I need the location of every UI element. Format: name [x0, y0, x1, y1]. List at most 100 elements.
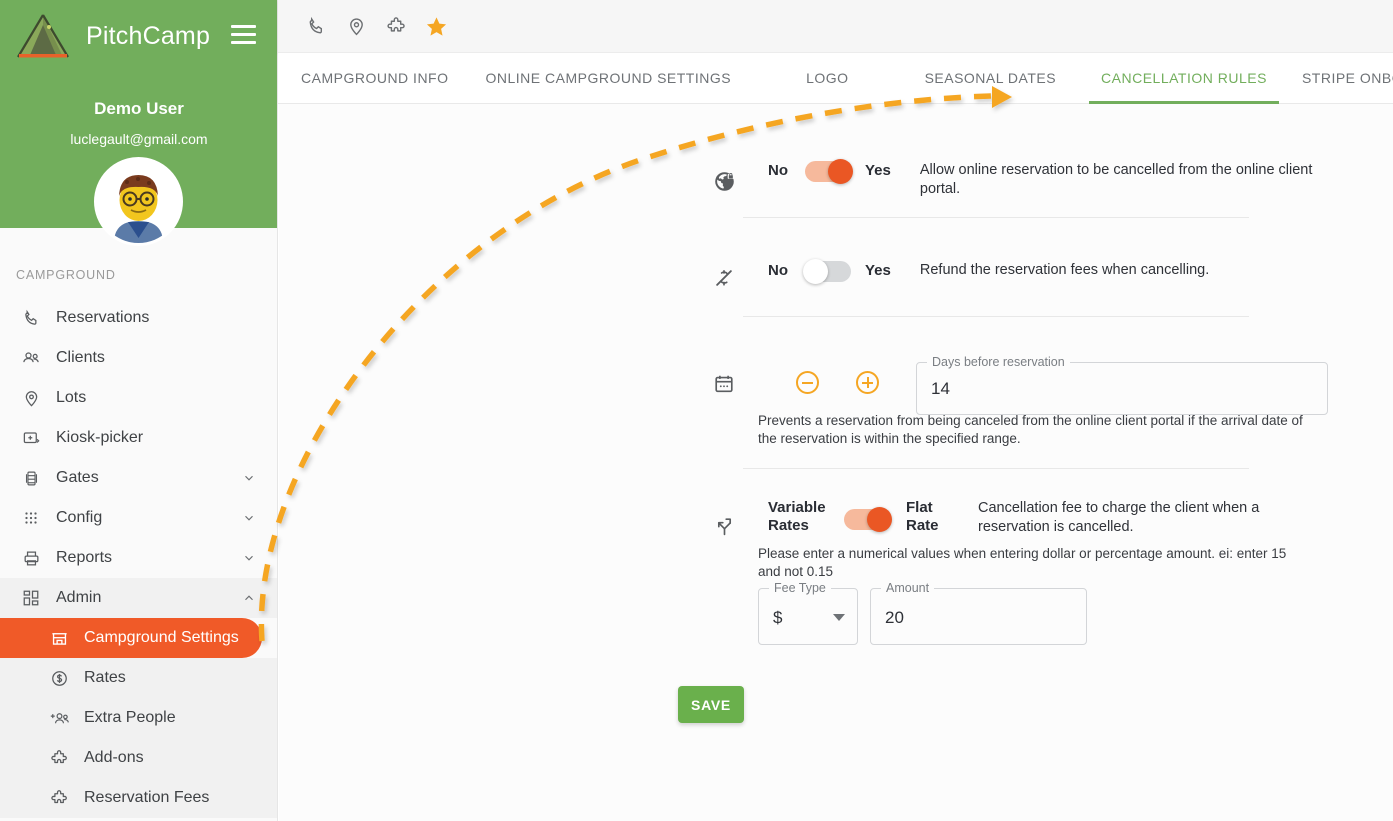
money-off-icon [711, 265, 737, 291]
sidebar-item-label: Gates [56, 469, 99, 486]
fee-mode-description: Cancellation fee to charge the client wh… [978, 500, 1260, 535]
sidebar-item-rates[interactable]: Rates [0, 658, 277, 698]
allow-cancel-toggle[interactable] [805, 159, 853, 184]
setting-row-fee-mode: Variable Rates Flat Rate Cancellation fe… [711, 499, 1351, 539]
map-pin-icon[interactable] [342, 12, 370, 40]
divider [743, 217, 1249, 218]
sidebar-item-label: Lots [56, 389, 87, 406]
app-root: PitchCamp Demo User luclegault@gmail.com [0, 0, 1393, 821]
days-before-reservation-label: Days before reservation [927, 355, 1070, 369]
dollar-circle-icon [48, 667, 70, 689]
allow-cancel-off-label: No [768, 162, 788, 179]
chevron-down-icon [833, 613, 845, 621]
refund-fees-description: Refund the reservation fees when cancell… [919, 262, 1210, 278]
hamburger-menu-icon[interactable] [231, 25, 256, 45]
puzzle-icon[interactable] [382, 12, 410, 40]
sidebar-item-reports[interactable]: Reports [0, 538, 277, 578]
days-before-reservation-value: 14 [931, 379, 950, 398]
sidebar-item-add-ons[interactable]: Add-ons [0, 738, 277, 778]
map-pin-icon [20, 387, 42, 409]
sidebar-item-reservations[interactable]: Reservations [0, 298, 277, 338]
add-people-icon [48, 707, 70, 729]
divider [743, 468, 1249, 469]
setting-row-days-before: Days before reservation 14 [711, 355, 1351, 415]
chevron-up-icon [242, 591, 256, 605]
days-decrement-button[interactable] [796, 371, 819, 394]
tab-stripe-onboarding[interactable]: STRIPE ONBOARDING [1290, 53, 1393, 104]
allow-cancel-on-label: Yes [865, 162, 891, 179]
sidebar-item-label: Reservations [56, 309, 150, 326]
fee-type-select[interactable]: Fee Type $ [758, 581, 858, 645]
tab-seasonal-dates[interactable]: SEASONAL DATES [913, 53, 1068, 104]
sidebar-item-admin[interactable]: Admin [0, 578, 277, 618]
save-button[interactable]: SAVE [678, 686, 744, 723]
days-before-description: Prevents a reservation from being cancel… [758, 413, 1303, 446]
sidebar-subitem-label: Rates [84, 669, 126, 686]
split-arrows-icon [711, 513, 737, 539]
sidebar-item-label: Admin [56, 589, 102, 606]
sidebar-item-campground-settings[interactable]: Campground Settings [0, 618, 262, 658]
sidebar-item-gates[interactable]: Gates [0, 458, 277, 498]
refund-fees-toggle[interactable] [803, 259, 851, 284]
brand-row: PitchCamp [0, 0, 277, 72]
sidebar-section-label: CAMPGROUND [16, 268, 116, 282]
sidebar-subitem-label: Campground Settings [84, 629, 239, 646]
fee-mode-hint: Please enter a numerical values when ent… [758, 546, 1287, 579]
tab-campground-info[interactable]: CAMPGROUND INFO [289, 53, 461, 104]
fee-type-label: Fee Type [769, 581, 831, 595]
refund-fees-off-label: No [768, 262, 788, 279]
sidebar-item-clients[interactable]: Clients [0, 338, 277, 378]
sidebar: PitchCamp Demo User luclegault@gmail.com [0, 0, 278, 821]
sidebar-item-config[interactable]: Config [0, 498, 277, 538]
phone-icon[interactable] [302, 12, 330, 40]
topbar [278, 0, 1393, 53]
sidebar-subitem-label: Add-ons [84, 749, 144, 766]
avatar [94, 157, 183, 246]
user-email: luclegault@gmail.com [70, 131, 208, 147]
sidebar-item-kiosk-picker[interactable]: Kiosk-picker [0, 418, 277, 458]
kiosk-icon [20, 427, 42, 449]
phone-icon [20, 307, 42, 329]
setting-row-allow-cancel: No Yes Allow online reservation to be ca… [711, 159, 1331, 199]
days-before-reservation-field[interactable]: Days before reservation 14 [916, 355, 1328, 415]
puzzle-icon [48, 787, 70, 809]
sidebar-item-label: Config [56, 509, 103, 526]
star-icon[interactable] [422, 12, 450, 40]
calendar-icon [711, 371, 737, 397]
tab-online-campground-settings[interactable]: ONLINE CAMPGROUND SETTINGS [474, 53, 744, 104]
sidebar-item-label: Clients [56, 349, 105, 366]
tab-logo[interactable]: LOGO [794, 53, 860, 104]
grid-dots-icon [20, 507, 42, 529]
dashboard-icon [20, 587, 42, 609]
main-content: No Yes Allow online reservation to be ca… [279, 104, 1393, 821]
fee-mode-on-label: Flat Rate [906, 499, 939, 534]
days-increment-button[interactable] [856, 371, 879, 394]
chevron-down-icon [242, 471, 256, 485]
amount-field[interactable]: Amount 20 [870, 581, 1087, 645]
people-icon [20, 347, 42, 369]
user-name: Demo User [94, 99, 184, 118]
brand-title: PitchCamp [86, 21, 211, 50]
sidebar-item-extra-people[interactable]: Extra People [0, 698, 277, 738]
allow-cancel-description: Allow online reservation to be cancelled… [919, 162, 1313, 197]
sidebar-item-lots[interactable]: Lots [0, 378, 277, 418]
sidebar-item-reservation-fees[interactable]: Reservation Fees [0, 778, 277, 818]
sidebar-nav: Reservations Clients Lots Kiosk-picker G… [0, 298, 277, 818]
tent-icon [12, 11, 74, 61]
refund-fees-on-label: Yes [865, 262, 891, 279]
sidebar-item-label: Kiosk-picker [56, 429, 144, 446]
setting-row-refund-fees: No Yes Refund the reservation fees when … [711, 259, 1331, 291]
amount-label: Amount [881, 581, 935, 595]
printer-icon [20, 547, 42, 569]
globe-lock-icon [711, 168, 737, 194]
tab-bar: CAMPGROUND INFO ONLINE CAMPGROUND SETTIN… [278, 53, 1393, 104]
sidebar-subitem-label: Reservation Fees [84, 789, 210, 806]
gate-icon [20, 467, 42, 489]
puzzle-icon [48, 747, 70, 769]
store-icon [48, 627, 70, 649]
sidebar-subitem-label: Extra People [84, 709, 176, 726]
tab-cancellation-rules[interactable]: CANCELLATION RULES [1089, 53, 1279, 104]
fee-mode-toggle[interactable] [844, 507, 892, 532]
fee-type-value: $ [773, 608, 783, 627]
chevron-down-icon [242, 551, 256, 565]
